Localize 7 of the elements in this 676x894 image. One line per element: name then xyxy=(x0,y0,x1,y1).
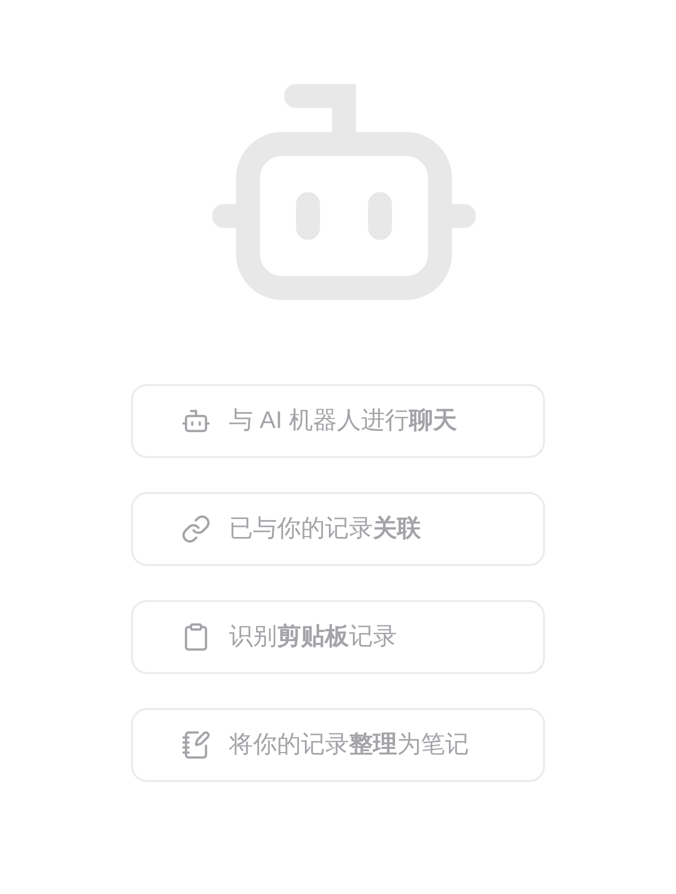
action-button[interactable]: 识别剪贴板记录 xyxy=(131,600,545,674)
link-icon xyxy=(181,514,211,544)
action-button[interactable]: 与 AI 机器人进行聊天 xyxy=(131,384,545,458)
robot-icon xyxy=(212,84,476,300)
action-button[interactable]: 已与你的记录关联 xyxy=(131,492,545,566)
action-button[interactable]: 将你的记录整理为笔记 xyxy=(131,708,545,782)
notebook-pen-icon xyxy=(181,730,211,760)
